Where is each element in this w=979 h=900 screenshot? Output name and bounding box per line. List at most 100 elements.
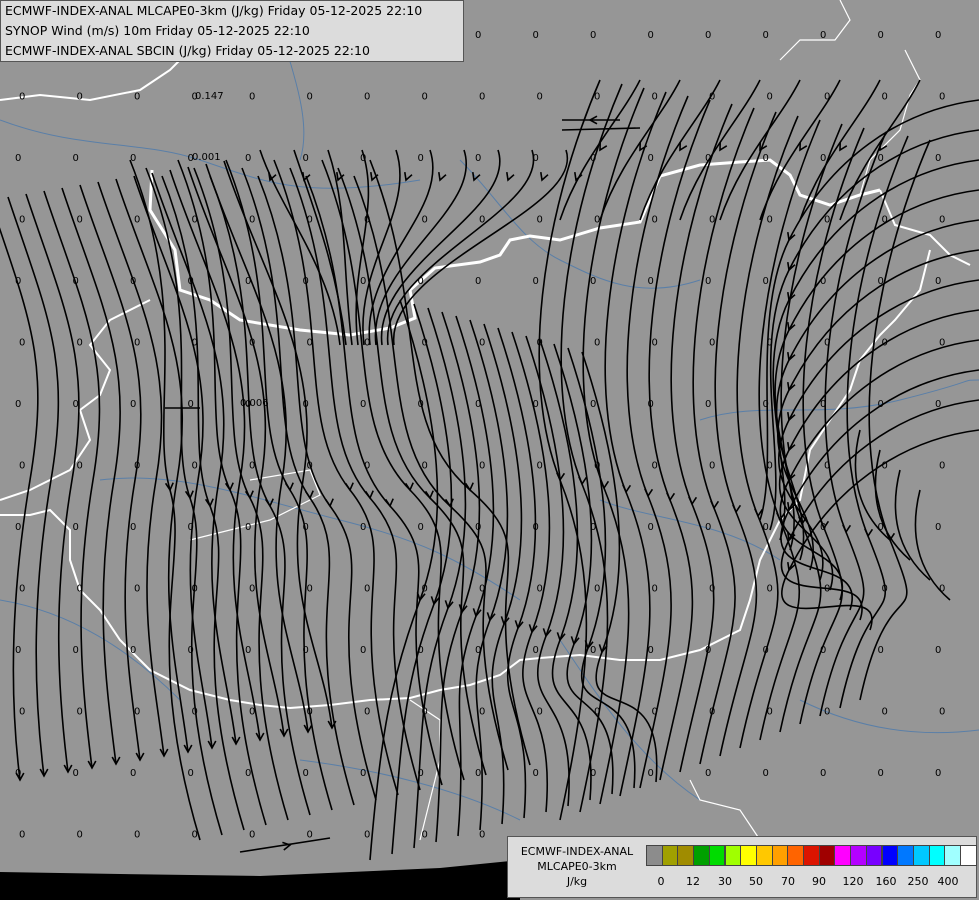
sbcin-value: 0 [192, 338, 198, 349]
legend-tick-label: 90 [812, 875, 826, 888]
legend-unit: J/kg [566, 875, 588, 888]
sbcin-value: 0 [935, 645, 941, 656]
sbcin-value: 0 [364, 830, 370, 841]
sbcin-value: 0 [15, 768, 21, 779]
sbcin-value: 0 [820, 276, 826, 287]
sbcin-value: 0 [820, 645, 826, 656]
sbcin-value: 0 [878, 153, 884, 164]
sbcin-value: 0 [303, 522, 309, 533]
legend-swatch [740, 845, 757, 866]
sbcin-value: 0 [475, 276, 481, 287]
header-wind: SYNOP Wind (m/s) 10m Friday 05-12-2025 2… [5, 23, 310, 38]
sbcin-value: 0 [763, 276, 769, 287]
sbcin-value: 0 [19, 707, 25, 718]
weather-map: 0 0 0 0 0 0 0 0 0 0 0 0 0 0 0 0 0 0 0 0 0 0 0 0 0 0 0 0 0 0 0 0 0 0 0 0 0 0 0 0… [0, 0, 979, 900]
sbcin-value: 0 [77, 461, 83, 472]
sbcin-value: 0 [533, 522, 539, 533]
legend-title-line1: ECMWF-INDEX-ANAL [520, 845, 634, 858]
sbcin-value: 0 [648, 645, 654, 656]
sbcin-value: 0 [249, 830, 255, 841]
sbcin-value: 0 [422, 830, 428, 841]
sbcin-value: 0 [648, 399, 654, 410]
sbcin-value: 0 [705, 399, 711, 410]
legend-tick-label: 250 [907, 875, 929, 888]
legend-title-line2: MLCAPE0-3km [537, 860, 617, 873]
sbcin-value: 0 [307, 584, 313, 595]
sbcin-value: 0 [245, 153, 251, 164]
sbcin-value: 0 [15, 153, 21, 164]
legend-swatch [865, 845, 883, 866]
sbcin-value: 0 [134, 338, 140, 349]
legend-title: ECMWF-INDEX-ANAL MLCAPE0-3km J/kg [510, 844, 644, 889]
sbcin-value: 0 [882, 707, 888, 718]
sbcin-value: 0 [475, 522, 481, 533]
sbcin-value: 0 [360, 522, 366, 533]
sbcin-value: 0 [652, 461, 658, 472]
sbcin-value: 0 [307, 338, 313, 349]
sbcin-value: 0 [479, 215, 485, 226]
sbcin-value: 0 [767, 215, 773, 226]
sbcin-value: 0 [882, 584, 888, 595]
sbcin-value: 0 [590, 153, 596, 164]
sbcin-value: 0 [249, 707, 255, 718]
sbcin-value: 0 [15, 522, 21, 533]
sbcin-value: 0 [533, 399, 539, 410]
sbcin-value: 0 [249, 338, 255, 349]
sbcin-value: 0 [73, 522, 79, 533]
sbcin-value: 0 [824, 338, 830, 349]
sbcin-value: 0 [134, 830, 140, 841]
sbcin-value: 0 [188, 645, 194, 656]
sbcin-value: 0 [418, 276, 424, 287]
sbcin-value: 0 [533, 645, 539, 656]
sbcin-value: 0 [935, 30, 941, 41]
sbcin-value: 0 [652, 584, 658, 595]
sbcin-value: 0 [648, 522, 654, 533]
sbcin-value: 0 [192, 215, 198, 226]
sbcin-value: 0 [594, 461, 600, 472]
sbcin-value: 0 [820, 768, 826, 779]
legend-swatch [787, 845, 804, 866]
sbcin-value: 0 [19, 338, 25, 349]
legend-swatch [944, 845, 961, 866]
sbcin-value: 0 [130, 522, 136, 533]
sbcin-value: 0 [422, 461, 428, 472]
sbcin-value: 0 [709, 461, 715, 472]
sbcin-value: 0 [767, 707, 773, 718]
sbcin-value: 0 [73, 276, 79, 287]
sbcin-value: 0 [422, 584, 428, 595]
sbcin-value: 0 [878, 399, 884, 410]
sbcin-value: 0 [939, 707, 945, 718]
map-viewport: 0 0 0 0 0 0 0 0 0 0 0 0 0 0 0 0 0 0 0 0 0 0 0 0 0 0 0 0 0 0 0 0 0 0 0 0 0 0 0 0… [0, 0, 979, 900]
sbcin-value: 0 [364, 707, 370, 718]
special-value: 0.147 [195, 91, 224, 102]
sbcin-value: 0 [364, 215, 370, 226]
sbcin-value: 0 [594, 215, 600, 226]
sbcin-value: 0 [935, 276, 941, 287]
sbcin-value: 0 [824, 215, 830, 226]
sbcin-value: 0 [820, 30, 826, 41]
legend-swatch [960, 845, 977, 866]
sbcin-value: 0 [422, 92, 428, 103]
sbcin-value: 0 [475, 768, 481, 779]
sbcin-value: 0 [882, 461, 888, 472]
sbcin-value: 0 [245, 522, 251, 533]
sbcin-value: 0 [360, 645, 366, 656]
legend-swatch [646, 845, 663, 866]
sbcin-value: 0 [824, 584, 830, 595]
sbcin-value: 0 [878, 522, 884, 533]
sbcin-value: 0 [134, 461, 140, 472]
sbcin-value: 0 [705, 276, 711, 287]
sbcin-value: 0 [360, 399, 366, 410]
sbcin-value: 0 [249, 215, 255, 226]
sbcin-value: 0 [418, 768, 424, 779]
sbcin-value: 0 [939, 338, 945, 349]
legend-swatch [897, 845, 914, 866]
legend-tick-label: 50 [749, 875, 763, 888]
sbcin-value: 0 [134, 215, 140, 226]
sbcin-value: 0 [188, 768, 194, 779]
sbcin-value: 0 [249, 461, 255, 472]
sbcin-value: 0 [360, 153, 366, 164]
sbcin-value: 0 [590, 399, 596, 410]
sbcin-value: 0 [878, 30, 884, 41]
sbcin-value: 0 [73, 153, 79, 164]
